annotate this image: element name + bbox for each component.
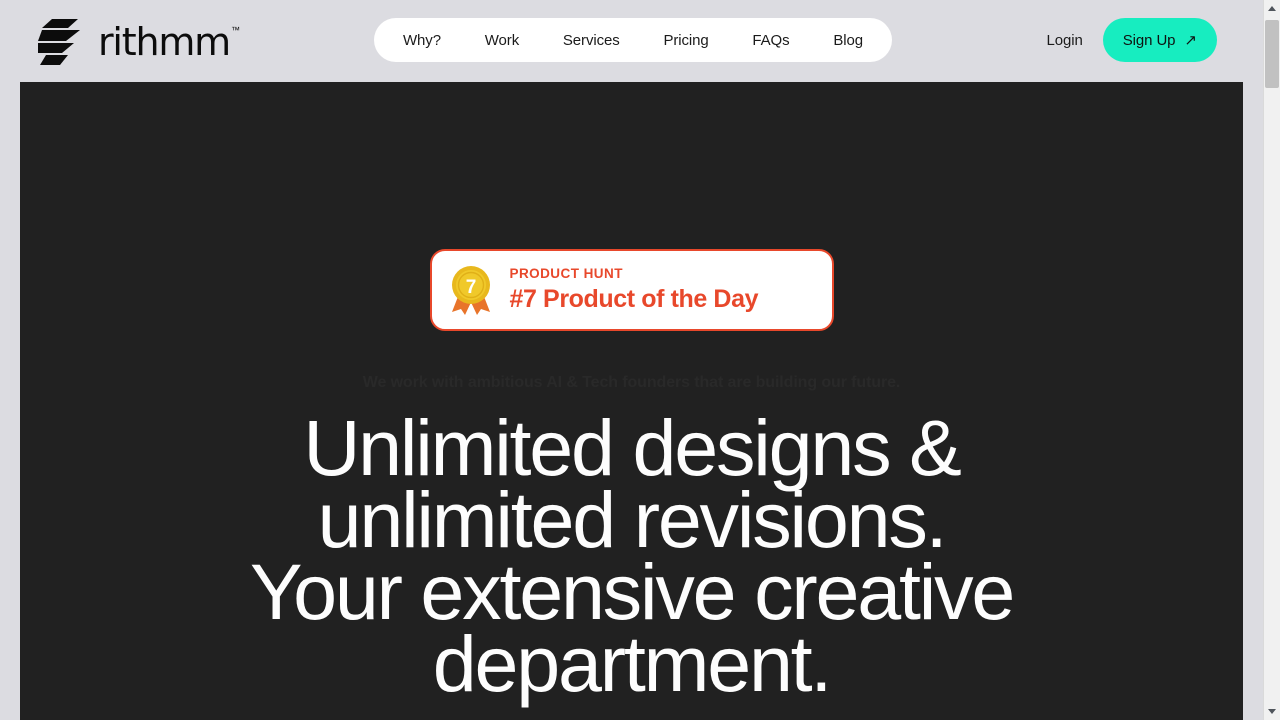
product-hunt-badge[interactable]: 7 PRODUCT HUNT #7 Product of the Day (429, 249, 834, 331)
brand-logo[interactable]: rithmm ™ (38, 18, 240, 66)
hero-headline-line-2: unlimited revisions. (317, 475, 948, 564)
login-link[interactable]: Login (1047, 32, 1083, 49)
scrollbar-up-arrow[interactable] (1264, 0, 1280, 17)
triangle-down-icon (1268, 709, 1276, 714)
triangle-up-icon (1268, 6, 1276, 11)
sign-up-label: Sign Up (1122, 31, 1176, 49)
hero-headline: Unlimited designs & unlimited revisions.… (132, 403, 1132, 708)
hero-eyebrow-text: We work with ambitious AI & Tech founder… (362, 374, 901, 391)
product-hunt-badge-text: PRODUCT HUNT #7 Product of the Day (510, 266, 759, 314)
hero-headline-line-1: Unlimited designs & (303, 403, 962, 492)
arrow-up-right-icon: ↗ (1184, 31, 1197, 49)
primary-navigation: Why? Work Services Pricing FAQs Blog (374, 18, 892, 62)
nav-item-work[interactable]: Work (483, 28, 521, 53)
site-header: rithmm ™ Why? Work Services Pricing FAQs… (0, 0, 1263, 82)
trademark-symbol: ™ (231, 25, 240, 35)
nav-item-faqs[interactable]: FAQs (750, 28, 791, 53)
hero-headline-line-4: department. (432, 619, 833, 708)
nav-item-why[interactable]: Why? (401, 28, 443, 53)
nav-item-pricing[interactable]: Pricing (661, 28, 710, 53)
nav-item-blog[interactable]: Blog (831, 28, 865, 53)
hero-section: 7 PRODUCT HUNT #7 Product of the Day We … (20, 82, 1243, 720)
product-hunt-eyebrow: PRODUCT HUNT (509, 266, 623, 281)
product-hunt-title: #7 Product of the Day (509, 285, 759, 313)
hero-headline-line-3: Your extensive creative (249, 547, 1015, 636)
brand-wordmark: rithmm ™ (98, 21, 240, 63)
scrollbar-down-arrow[interactable] (1264, 703, 1280, 720)
header-actions: Login Sign Up ↗ (1047, 18, 1217, 62)
rithmm-stripes-logo-icon (38, 19, 80, 65)
scrollbar-thumb[interactable] (1265, 20, 1279, 88)
brand-name: rithmm (98, 20, 231, 64)
svg-text:7: 7 (465, 277, 476, 298)
nav-item-services[interactable]: Services (561, 28, 622, 53)
browser-viewport: rithmm ™ Why? Work Services Pricing FAQs… (0, 0, 1263, 720)
gold-medal-icon: 7 (451, 266, 490, 315)
page-scrollbar[interactable] (1263, 0, 1280, 720)
sign-up-button[interactable]: Sign Up ↗ (1102, 18, 1217, 62)
